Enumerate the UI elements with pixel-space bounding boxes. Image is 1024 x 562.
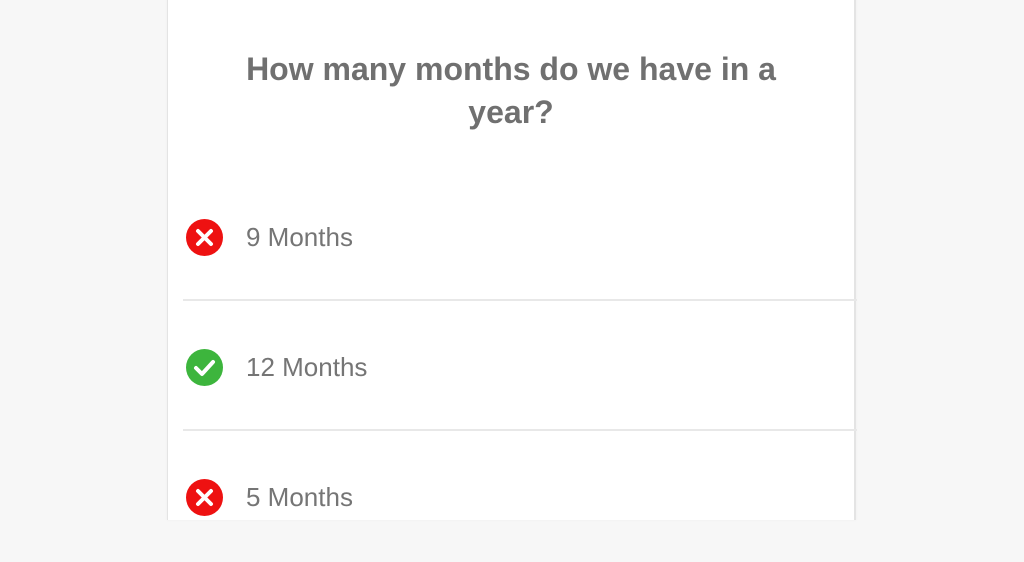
- incorrect-cross-icon: [186, 218, 223, 256]
- answer-option-label: 5 Months: [246, 481, 353, 512]
- quiz-card: How many months do we have in a year? 9 …: [167, 0, 857, 520]
- answer-option-label: 9 Months: [246, 221, 353, 252]
- answer-option-3[interactable]: 5 Months: [183, 432, 857, 562]
- answer-option-1[interactable]: 9 Months: [183, 172, 857, 302]
- option-divider: [183, 429, 857, 431]
- answer-option-label: 12 Months: [246, 351, 368, 382]
- incorrect-cross-icon: [186, 478, 223, 516]
- option-divider: [183, 299, 857, 301]
- question-text: How many months do we have in a year?: [246, 51, 776, 130]
- correct-check-icon: [186, 348, 223, 386]
- answer-option-2[interactable]: 12 Months: [183, 302, 857, 432]
